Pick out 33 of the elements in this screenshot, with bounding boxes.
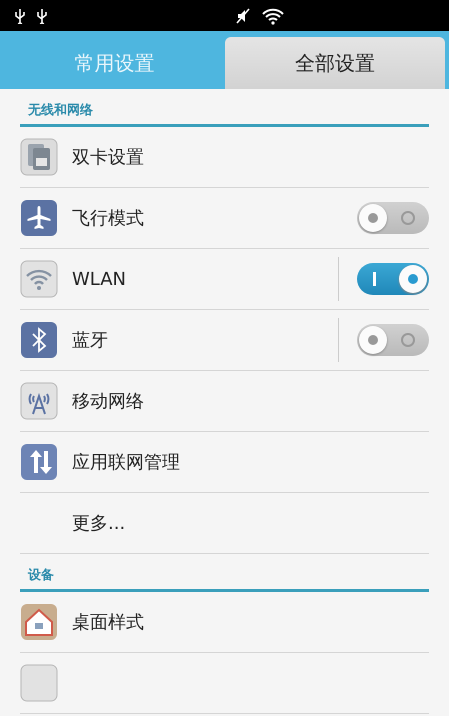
house-icon (20, 603, 58, 641)
wifi-icon (261, 6, 285, 24)
row-label: WLAN (72, 268, 128, 290)
settings-row[interactable]: WLAN (20, 249, 429, 310)
section-header: 无线和网络 (20, 89, 429, 127)
settings-row[interactable]: 蓝牙 (20, 310, 429, 371)
settings-row[interactable]: 桌面样式 (20, 592, 429, 653)
toggle-switch[interactable] (357, 324, 429, 356)
settings-row[interactable]: 更多... (20, 493, 429, 554)
up-down-arrows-icon (20, 443, 58, 481)
sim-card-icon (20, 138, 58, 176)
toggle-switch[interactable] (357, 202, 429, 234)
antenna-icon (20, 382, 58, 420)
airplane-icon (20, 199, 58, 237)
muted-speaker-icon (235, 6, 251, 24)
row-label: 桌面样式 (72, 611, 145, 634)
usb-icon (14, 8, 26, 24)
row-label: 移动网络 (72, 390, 145, 413)
toggle-switch[interactable] (357, 263, 429, 295)
settings-row[interactable]: 双卡设置 (20, 127, 429, 188)
settings-row[interactable]: 飞行模式 (20, 188, 429, 249)
settings-row[interactable]: 移动网络 (20, 371, 429, 432)
settings-row[interactable]: 应用联网管理 (20, 432, 429, 493)
usb-icon (36, 8, 48, 24)
bluetooth-icon (20, 321, 58, 359)
section-header: 设备 (20, 554, 429, 592)
tab[interactable]: 全部设置 (224, 37, 445, 89)
row-label: 飞行模式 (72, 207, 145, 230)
row-label: 蓝牙 (72, 329, 109, 352)
row-label: 双卡设置 (72, 146, 145, 169)
row-label: 应用联网管理 (72, 451, 181, 474)
row-label: 更多... (72, 512, 126, 535)
wifi-icon (20, 260, 58, 298)
